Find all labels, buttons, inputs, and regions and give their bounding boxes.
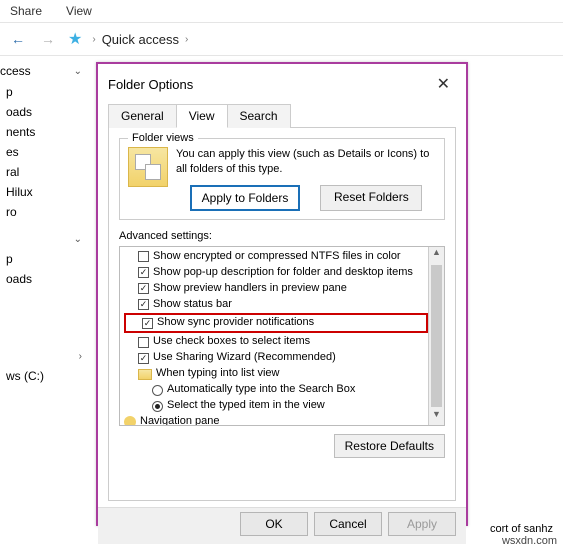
- adv-option[interactable]: ✓Show pop-up description for folder and …: [124, 265, 428, 281]
- folder-views-icon: [128, 147, 168, 187]
- checkbox-icon[interactable]: ✓: [138, 283, 149, 294]
- folder-views-text: You can apply this view (such as Details…: [176, 147, 436, 177]
- checkbox-icon[interactable]: ✓: [142, 318, 153, 329]
- back-button[interactable]: ←: [8, 29, 28, 49]
- adv-option[interactable]: Select the typed item in the view: [124, 398, 428, 414]
- advanced-settings-list: Show encrypted or compressed NTFS files …: [119, 246, 445, 426]
- folder-icon: [138, 369, 152, 380]
- checkbox-icon[interactable]: ✓: [138, 299, 149, 310]
- sidebar-item[interactable]: nents: [0, 122, 86, 142]
- menubar: Share View: [0, 0, 563, 23]
- folder-options-dialog: Folder Options ✕ General View Search Fol…: [96, 62, 468, 526]
- sidebar-item[interactable]: ws (C:): [0, 366, 86, 386]
- sidebar-item[interactable]: p: [0, 82, 86, 102]
- dialog-button-row: OK Cancel Apply: [98, 507, 466, 544]
- adv-option[interactable]: ✓Use Sharing Wizard (Recommended): [124, 350, 428, 366]
- adv-option-header: When typing into list view: [124, 366, 428, 382]
- apply-to-folders-button[interactable]: Apply to Folders: [190, 185, 301, 211]
- watermark: wsxdn.com: [502, 535, 557, 547]
- adv-option[interactable]: Show encrypted or compressed NTFS files …: [124, 249, 428, 265]
- menu-view[interactable]: View: [66, 4, 92, 18]
- adv-option-header: Navigation pane: [124, 414, 428, 425]
- checkbox-icon[interactable]: ✓: [138, 267, 149, 278]
- sidebar: ccess ⌄ p oads nents es ral Hilux ro ⌄ p…: [0, 56, 86, 549]
- chevron-collapse-icon[interactable]: ⌄: [74, 66, 82, 77]
- tabs: General View Search: [98, 104, 466, 128]
- sidebar-item[interactable]: p: [0, 249, 86, 269]
- sidebar-item[interactable]: ral: [0, 162, 86, 182]
- tab-general[interactable]: General: [108, 104, 177, 128]
- dialog-title: Folder Options: [108, 77, 193, 92]
- chevron-right-icon: ›: [185, 34, 188, 45]
- adv-option[interactable]: ✓Show preview handlers in preview pane: [124, 281, 428, 297]
- chevron-right-icon: ›: [92, 34, 95, 45]
- radio-icon[interactable]: [152, 385, 163, 396]
- adv-option[interactable]: Use check boxes to select items: [124, 334, 428, 350]
- folder-views-legend: Folder views: [128, 132, 198, 144]
- adv-option[interactable]: Automatically type into the Search Box: [124, 382, 428, 398]
- scrollbar[interactable]: ▲ ▼: [428, 247, 444, 425]
- navbar: ← → ★ › Quick access ›: [0, 23, 563, 56]
- stray-text: cort of sanhz: [490, 523, 553, 535]
- forward-button[interactable]: →: [38, 29, 58, 49]
- adv-option[interactable]: ✓Show status bar: [124, 297, 428, 313]
- tab-search[interactable]: Search: [227, 104, 291, 128]
- sidebar-item[interactable]: es: [0, 142, 86, 162]
- checkbox-icon[interactable]: [138, 337, 149, 348]
- sidebar-item[interactable]: oads: [0, 102, 86, 122]
- sidebar-item[interactable]: Hilux: [0, 182, 86, 202]
- chevron-collapse-icon[interactable]: ⌄: [74, 234, 82, 245]
- checkbox-icon[interactable]: ✓: [138, 353, 149, 364]
- breadcrumb-quick-access[interactable]: Quick access: [102, 32, 179, 47]
- sidebar-item[interactable]: oads: [0, 269, 86, 289]
- tab-panel-view: Folder views You can apply this view (su…: [108, 127, 456, 501]
- scroll-down-icon[interactable]: ▼: [429, 409, 444, 425]
- menu-share[interactable]: Share: [10, 4, 42, 18]
- advanced-settings-label: Advanced settings:: [119, 230, 445, 242]
- folder-views-group: Folder views You can apply this view (su…: [119, 138, 445, 220]
- reset-folders-button[interactable]: Reset Folders: [320, 185, 422, 211]
- checkbox-icon[interactable]: [138, 251, 149, 262]
- cancel-button[interactable]: Cancel: [314, 512, 382, 536]
- quick-access-star-icon: ★: [68, 29, 82, 49]
- sidebar-item[interactable]: ro: [0, 202, 86, 222]
- navigation-pane-icon: [124, 416, 136, 425]
- apply-button[interactable]: Apply: [388, 512, 456, 536]
- tab-view[interactable]: View: [176, 104, 228, 128]
- close-button[interactable]: ✕: [431, 72, 456, 96]
- adv-option-highlighted[interactable]: ✓Show sync provider notifications: [128, 315, 424, 331]
- scroll-up-icon[interactable]: ▲: [429, 247, 444, 263]
- breadcrumb[interactable]: › Quick access ›: [92, 32, 188, 47]
- scroll-thumb[interactable]: [431, 265, 442, 407]
- radio-icon[interactable]: [152, 401, 163, 412]
- sidebar-header[interactable]: ccess: [0, 64, 31, 78]
- ok-button[interactable]: OK: [240, 512, 308, 536]
- chevron-expand-icon[interactable]: ›: [79, 351, 82, 362]
- restore-defaults-button[interactable]: Restore Defaults: [334, 434, 445, 458]
